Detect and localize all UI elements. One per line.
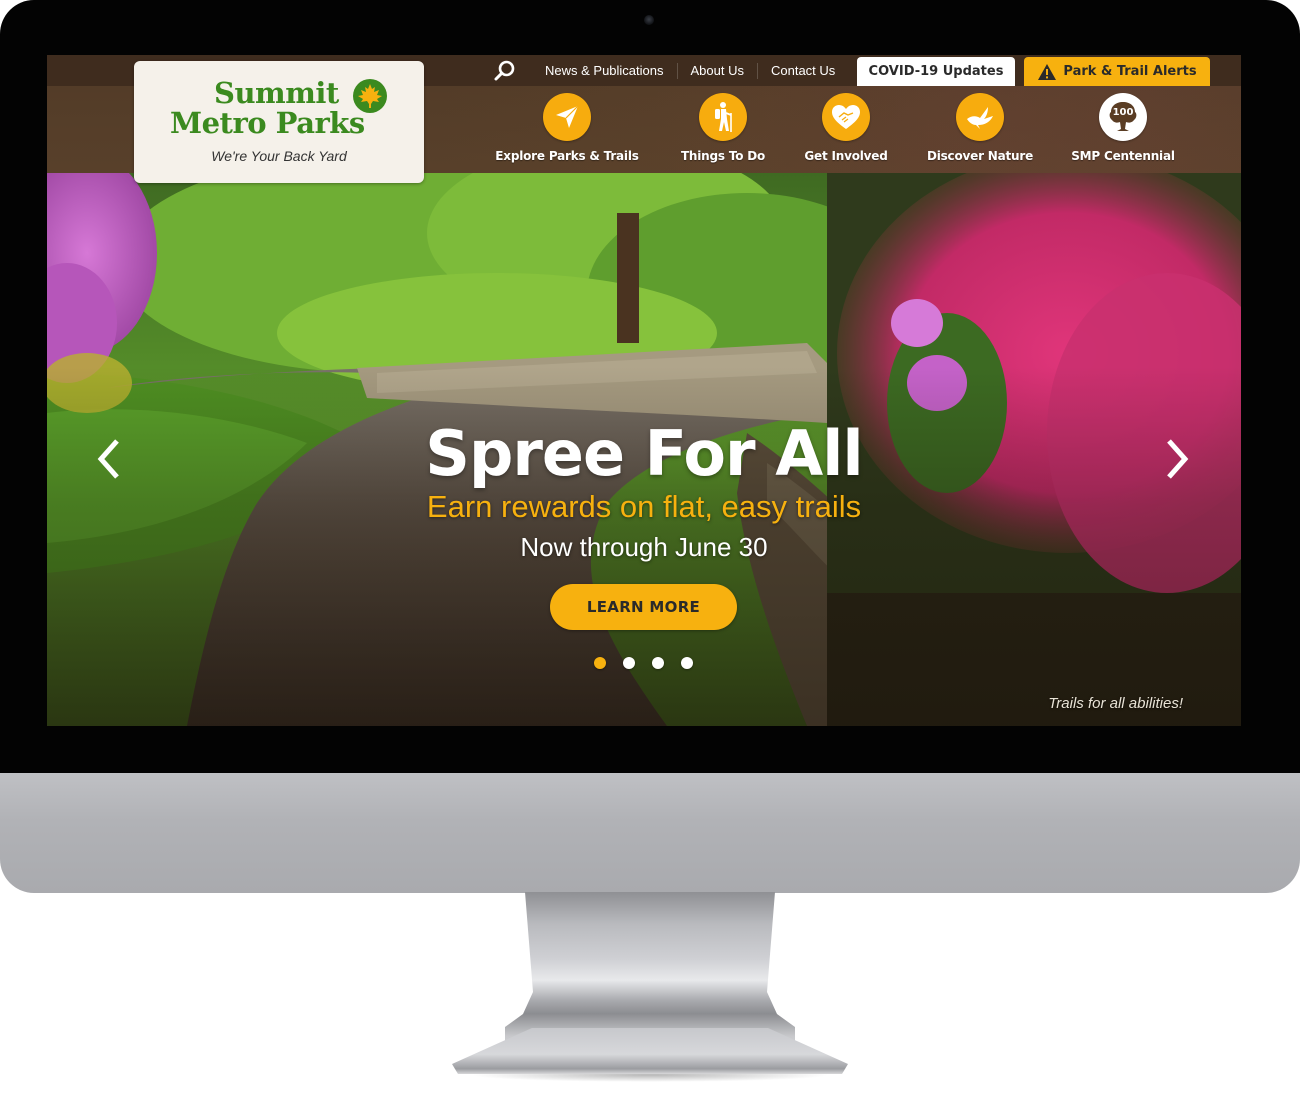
nav-label: Discover Nature	[926, 149, 1034, 163]
nav-icon-circle: 100	[1099, 93, 1147, 141]
nav-label: Things To Do	[680, 149, 766, 163]
logo-tagline: We're Your Back Yard	[211, 148, 347, 164]
monitor-chin	[0, 773, 1300, 893]
hero-carousel: Spree For All Earn rewards on flat, easy…	[47, 173, 1241, 726]
logo-text-summit: Summit	[214, 76, 339, 110]
camera-icon	[644, 15, 654, 25]
nav-link-news-publications[interactable]: News & Publications	[532, 62, 678, 79]
bird-icon	[967, 107, 993, 129]
search-button[interactable]	[492, 58, 518, 84]
carousel-dot-3[interactable]	[652, 657, 664, 669]
nav-label: Explore Parks & Trails	[495, 149, 639, 163]
main-nav-things-to-do[interactable]: Things To Do	[659, 93, 787, 163]
heart-handshake-icon	[832, 105, 860, 129]
main-nav-explore-parks-trails[interactable]: Explore Parks & Trails	[487, 93, 647, 163]
carousel-dot-4[interactable]	[681, 657, 693, 669]
covid-updates-label: COVID-19 Updates	[868, 64, 1004, 79]
logo-text-metro-parks: Metro Parks	[170, 106, 365, 140]
browser-screen: News & Publications About Us Contact Us …	[47, 55, 1241, 726]
learn-more-button[interactable]: LEARN MORE	[550, 584, 737, 630]
main-nav-discover-nature[interactable]: Discover Nature	[915, 93, 1045, 163]
nav-icon-circle	[956, 93, 1004, 141]
hero-title: Spree For All	[425, 417, 863, 490]
main-nav-smp-centennial[interactable]: 100 SMP Centennial	[1062, 93, 1184, 163]
photo-caption: Trails for all abilities!	[1048, 695, 1183, 712]
hero-dates: Now through June 30	[520, 532, 768, 562]
learn-more-label: LEARN MORE	[586, 598, 701, 616]
hiker-icon	[715, 102, 732, 132]
nav-icon-circle	[699, 93, 747, 141]
carousel-dots	[594, 657, 693, 669]
utility-nav: News & Publications About Us Contact Us	[492, 55, 848, 86]
park-trail-alerts-label: Park & Trail Alerts	[1063, 64, 1197, 79]
centennial-tree-icon: 100	[1109, 102, 1137, 131]
nav-label: Get Involved	[804, 149, 888, 163]
search-icon	[494, 60, 515, 80]
nav-link-about-us[interactable]: About Us	[678, 62, 758, 79]
nav-link-contact-us[interactable]: Contact Us	[758, 63, 848, 79]
main-nav-get-involved[interactable]: Get Involved	[792, 93, 900, 163]
nav-icon-circle	[822, 93, 870, 141]
carousel-dot-2[interactable]	[623, 657, 635, 669]
carousel-dot-1[interactable]	[594, 657, 606, 669]
warning-icon	[1038, 63, 1057, 80]
hero-subtitle: Earn rewards on flat, easy trails	[426, 489, 862, 524]
park-trail-alerts-button[interactable]: Park & Trail Alerts	[1024, 57, 1210, 86]
location-arrow-icon	[556, 105, 579, 128]
nav-icon-circle	[543, 93, 591, 141]
nav-label: SMP Centennial	[1071, 149, 1175, 163]
site-logo[interactable]: Summit Metro Parks We're Your Back Yard	[134, 61, 424, 183]
covid-updates-button[interactable]: COVID-19 Updates	[857, 57, 1015, 86]
svg-text:100: 100	[1113, 107, 1134, 118]
